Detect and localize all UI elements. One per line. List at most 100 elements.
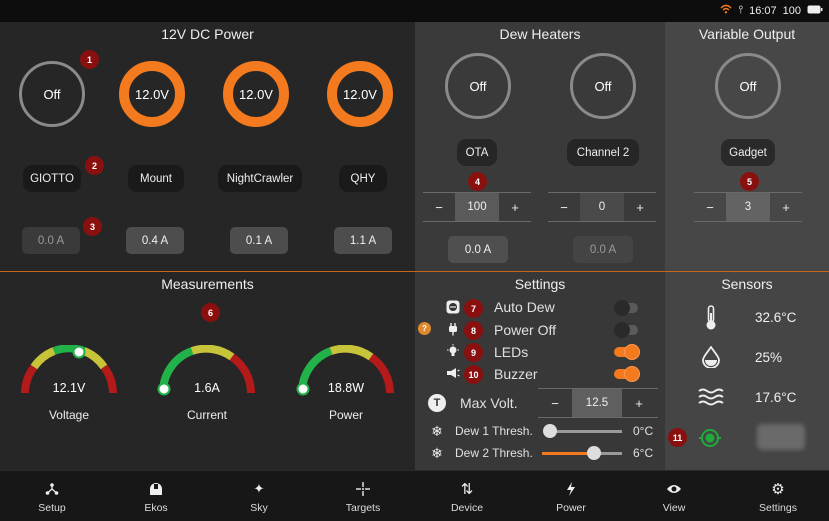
auto-dew-icon — [445, 299, 461, 315]
dew-1-current: 0.0 A — [448, 236, 508, 263]
nav-power[interactable]: Power — [519, 471, 623, 521]
variable-output-title: Variable Output — [698, 26, 796, 42]
sensors-title: Sensors — [721, 276, 773, 292]
current-label: Current — [186, 408, 227, 422]
leds-switch[interactable] — [614, 344, 640, 360]
variable-output-label[interactable]: Gadget — [721, 139, 775, 166]
nav-ekos-label: Ekos — [144, 501, 168, 514]
dew-1-increment-button[interactable]: + — [499, 200, 531, 215]
wifi-icon — [720, 4, 732, 17]
dew-2-toggle[interactable]: Off — [570, 53, 636, 119]
auto-dew-switch[interactable] — [614, 300, 638, 316]
variable-output-value[interactable]: 3 — [726, 193, 770, 221]
usb-icon: ⫯ — [738, 4, 744, 16]
clock-time: 16:07 — [749, 4, 777, 17]
buzzer-switch[interactable] — [614, 366, 640, 382]
settings-title: Settings — [514, 276, 566, 292]
variable-increment-button[interactable]: + — [770, 200, 802, 215]
port-2-label[interactable]: Mount — [128, 165, 184, 192]
redacted-value — [757, 424, 805, 450]
status-indicator-icon — [699, 427, 721, 449]
power-label: Power — [328, 408, 363, 422]
annotation-badge-11: 11 — [668, 428, 687, 447]
variable-output-toggle[interactable]: Off — [715, 53, 781, 119]
dew-1-thresh-slider[interactable] — [543, 424, 622, 438]
annotation-badge-10: 10 — [464, 365, 483, 384]
sensors-panel: Sensors 32.6°C 25% 17.6°C 11 — [665, 272, 829, 470]
dc-power-title: 12V DC Power — [161, 26, 254, 42]
dew-1-value[interactable]: 100 — [455, 193, 499, 221]
nav-setup[interactable]: Setup — [0, 471, 104, 521]
dewpoint-value: 17.6°C — [755, 390, 797, 405]
temperature-value: 32.6°C — [755, 310, 797, 325]
port-1-toggle[interactable]: Off — [19, 61, 85, 127]
dew-1-thresh-value: 0°C — [633, 424, 654, 438]
snowflake-icon: ❄ — [431, 422, 443, 439]
nav-sky[interactable]: ✦ Sky — [207, 471, 311, 521]
dew-2-decrement-button[interactable]: − — [548, 200, 580, 215]
variable-output-panel: Variable Output Off Gadget − 3 + 5 — [665, 22, 829, 271]
nav-settings[interactable]: ⚙ Settings — [726, 471, 829, 521]
voltage-gauge-needle — [72, 345, 86, 359]
nav-power-label: Power — [556, 501, 586, 514]
annotation-badge-1: 1 — [80, 50, 99, 69]
sky-icon: ✦ — [253, 480, 265, 496]
port-3-toggle[interactable]: 12.0V — [223, 61, 289, 127]
nav-view[interactable]: View — [622, 471, 726, 521]
variable-decrement-button[interactable]: − — [694, 200, 726, 215]
dew-2-value[interactable]: 0 — [580, 193, 624, 221]
port-3-label[interactable]: NightCrawler — [218, 165, 302, 192]
battery-level: 100 — [782, 4, 801, 17]
port-1-label[interactable]: GIOTTO — [23, 165, 81, 192]
nav-ekos[interactable]: Ekos — [104, 471, 208, 521]
nav-device[interactable]: ⇅ Device — [415, 471, 519, 521]
dew-2-thresh-label: Dew 2 Thresh. — [455, 446, 533, 460]
max-volt-decrement-button[interactable]: − — [538, 396, 572, 411]
dew-1-label[interactable]: OTA — [457, 139, 497, 166]
power-off-switch[interactable] — [614, 322, 638, 338]
dew-1-toggle[interactable]: Off — [445, 53, 511, 119]
settings-panel: Settings Auto Dew Power Off LEDs Buzzer … — [415, 272, 665, 470]
dew-2-thresh-slider[interactable] — [542, 446, 622, 460]
voltage-value: 12.1V — [52, 381, 86, 395]
port-4-toggle[interactable]: 12.0V — [327, 61, 393, 127]
thermometer-icon — [701, 305, 721, 331]
voltage-limit-icon: T — [428, 394, 446, 412]
dew-heaters-panel: Dew Heaters Off Off OTA Channel 2 − 100 … — [415, 22, 665, 271]
battery-icon — [807, 5, 823, 17]
nav-settings-label: Settings — [759, 501, 797, 514]
measurements-title: Measurements — [161, 276, 254, 292]
max-volt-increment-button[interactable]: + — [622, 396, 656, 411]
annotation-badge-6: 6 — [201, 303, 220, 322]
port-1-current: 0.0 A — [22, 227, 80, 254]
port-2-toggle[interactable]: 12.0V — [119, 61, 185, 127]
plug-icon — [445, 321, 461, 337]
nav-targets[interactable]: Targets — [311, 471, 415, 521]
targets-icon — [356, 480, 370, 498]
max-volt-value[interactable]: 12.5 — [572, 389, 622, 417]
port-3-current: 0.1 A — [230, 227, 288, 254]
port-4-label[interactable]: QHY — [339, 165, 387, 192]
help-badge[interactable]: ? — [418, 322, 431, 335]
port-2-current: 0.4 A — [126, 227, 184, 254]
status-bar: ⫯ 16:07 100 — [0, 0, 829, 22]
dew-1-decrement-button[interactable]: − — [423, 200, 455, 215]
humidity-value: 25% — [755, 350, 783, 365]
dew-2-current: 0.0 A — [573, 236, 633, 263]
nav-device-label: Device — [450, 501, 484, 514]
annotation-badge-4: 4 — [468, 172, 487, 191]
device-icon: ⇅ — [460, 480, 474, 498]
power-off-label: Power Off — [494, 322, 556, 338]
dewpoint-waves-icon — [698, 387, 724, 407]
annotation-badge-3: 3 — [83, 217, 102, 236]
measurements-panel: Measurements 6 12.1V Voltage 1.6A Curren… — [0, 272, 415, 470]
dew-2-label[interactable]: Channel 2 — [567, 139, 639, 166]
dew-2-thresh-value: 6°C — [633, 446, 654, 460]
dew-1-thresh-label: Dew 1 Thresh. — [455, 424, 533, 438]
dew-1-stepper: − 100 + — [423, 192, 531, 222]
dew-2-increment-button[interactable]: + — [624, 200, 656, 215]
bulb-icon — [445, 343, 461, 359]
voltage-label: Voltage — [48, 408, 90, 422]
annotation-badge-5: 5 — [740, 172, 759, 191]
annotation-badge-7: 7 — [464, 299, 483, 318]
